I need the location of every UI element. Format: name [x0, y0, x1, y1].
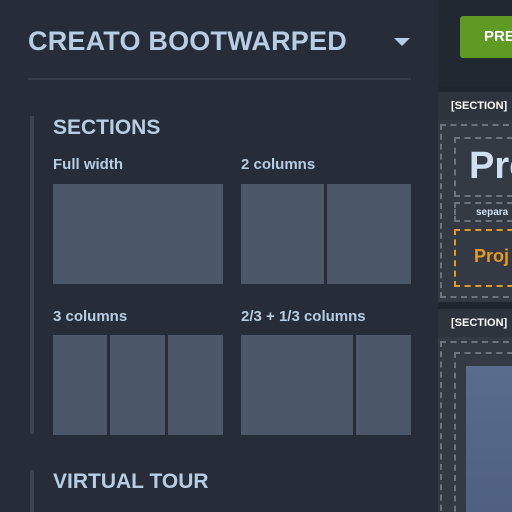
layout-column-block	[110, 335, 165, 435]
layout-column-block	[241, 184, 324, 284]
layout-label-full-width: Full width	[53, 156, 123, 173]
layout-2-3-1-3-columns[interactable]	[241, 335, 411, 435]
chevron-down-icon[interactable]	[394, 38, 410, 46]
layout-column-block	[327, 184, 411, 284]
layout-column-block	[53, 335, 107, 435]
layout-column-block	[53, 184, 223, 284]
section-label[interactable]: [SECTION]	[438, 92, 512, 120]
layout-full-width[interactable]	[53, 184, 223, 284]
project-label[interactable]: Proj	[474, 246, 509, 267]
preview-button[interactable]: PRE	[460, 16, 512, 58]
page-preview: PRE [SECTION] Pro separa Proj [SECTION]	[438, 0, 512, 512]
virtual-tour-group-bar	[30, 470, 34, 512]
virtual-tour-group-title[interactable]: VIRTUAL TOUR	[53, 470, 209, 494]
preview-heading[interactable]: Pro	[469, 145, 512, 188]
panel-title: CREATO BOOTWARPED	[28, 26, 347, 56]
layout-3-columns[interactable]	[53, 335, 223, 435]
layout-label-2-columns: 2 columns	[241, 156, 316, 173]
builder-panel: CREATO BOOTWARPED SECTIONS Full width 2 …	[0, 0, 438, 512]
separator-label: separa	[476, 207, 509, 218]
layout-column-block	[356, 335, 411, 435]
layout-2-columns[interactable]	[241, 184, 411, 284]
layout-label-3-columns: 3 columns	[53, 308, 128, 325]
layout-column-block	[241, 335, 353, 435]
sections-group-bar	[30, 116, 34, 434]
preview-image	[466, 366, 512, 512]
sections-group-title: SECTIONS	[53, 116, 161, 139]
layout-column-block	[168, 335, 223, 435]
layout-label-2-3-1-3-columns: 2/3 + 1/3 columns	[241, 308, 366, 325]
panel-divider	[28, 78, 411, 80]
section-label[interactable]: [SECTION]	[438, 309, 512, 337]
